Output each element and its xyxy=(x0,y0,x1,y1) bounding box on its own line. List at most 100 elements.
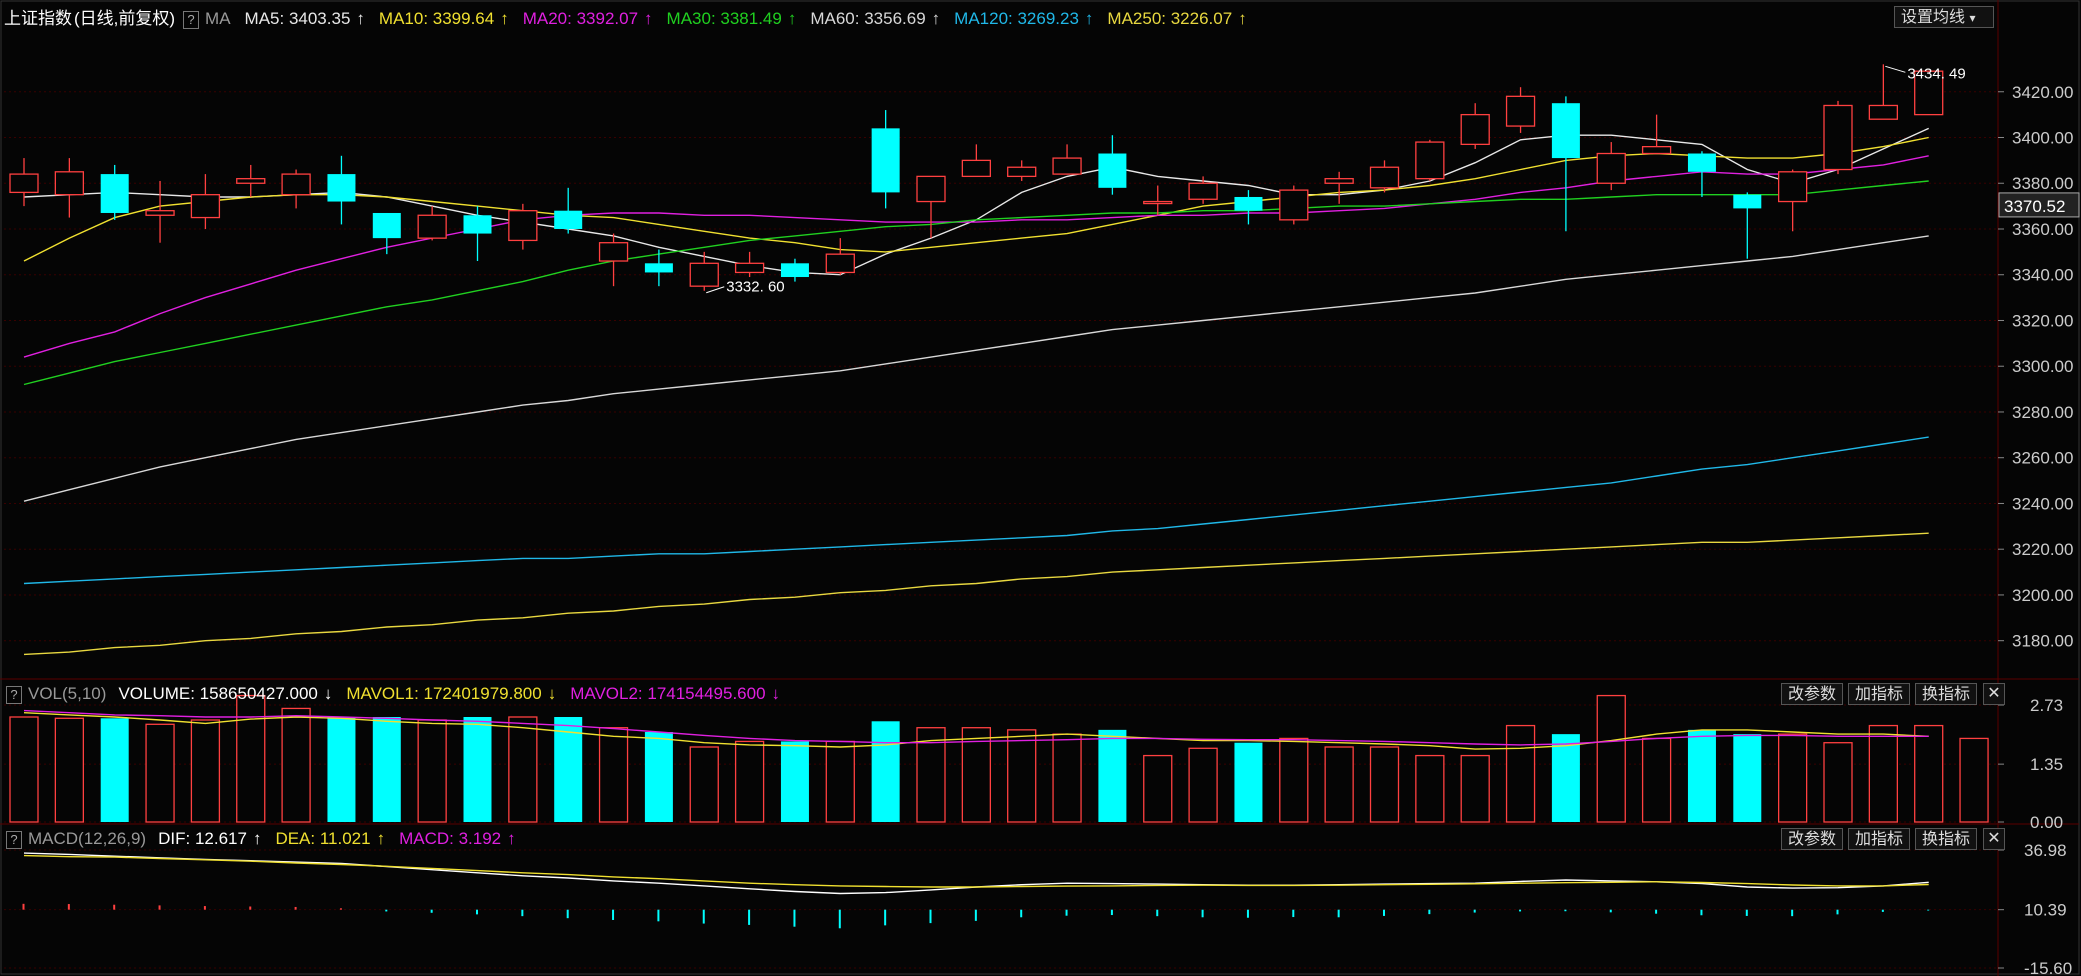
candle xyxy=(1098,135,1127,195)
candle xyxy=(417,206,447,241)
arrow-icon: ↓ xyxy=(323,684,333,703)
candle-body xyxy=(463,215,492,234)
volume-tick-label: 1.35 xyxy=(2030,755,2063,774)
candle-body xyxy=(1641,145,1672,155)
volume-bar xyxy=(780,741,809,822)
volume-bar xyxy=(734,740,765,823)
candle-body xyxy=(1551,103,1580,159)
volume-indicator-name[interactable]: VOL(5,10) xyxy=(28,684,106,703)
candle xyxy=(961,144,991,178)
close-icon[interactable]: ✕ xyxy=(1983,828,2005,850)
volume-tick-label: 0.00 xyxy=(2030,813,2063,832)
candle-body xyxy=(1415,141,1445,180)
macd-indicator-name[interactable]: MACD(12,26,9) xyxy=(28,829,146,848)
candle-body xyxy=(1778,171,1808,203)
candle-body xyxy=(1460,113,1490,146)
close-icon[interactable]: ✕ xyxy=(1983,683,2005,705)
price-tick-label: 3300.00 xyxy=(2012,357,2073,376)
low-marker-pointer xyxy=(706,286,725,294)
volume-bar xyxy=(1007,729,1037,823)
add-indicator-button[interactable]: 加指标 xyxy=(1848,683,1911,705)
high-price-marker: 3434. 49 xyxy=(1907,65,1965,82)
ma-value: MA20: 3392.07 xyxy=(522,9,639,28)
candle-body xyxy=(54,171,84,196)
candle-body xyxy=(1369,166,1400,189)
candle xyxy=(871,110,900,209)
ma-value: MA250: 3226.07 xyxy=(1107,9,1233,28)
volume-bar xyxy=(1551,734,1580,822)
macd-tick-label: 36.98 xyxy=(2024,841,2067,860)
macd-value: DEA: 11.021 xyxy=(275,829,371,848)
price-tick-label: 3340.00 xyxy=(2012,266,2073,285)
volume-bar xyxy=(1687,729,1716,822)
volume-bar xyxy=(598,727,629,823)
arrow-icon: ↓ xyxy=(771,684,781,703)
change-params-button[interactable]: 改参数 xyxy=(1781,683,1844,705)
candle-body xyxy=(1234,196,1263,211)
macd-tick-label: -15.60 xyxy=(2024,959,2072,976)
candle-body xyxy=(1007,166,1037,178)
volume-bar xyxy=(1188,747,1218,823)
arrow-icon: ↑ xyxy=(931,9,941,28)
candle-body xyxy=(916,175,946,203)
candle xyxy=(825,238,855,275)
volume-bar xyxy=(689,746,719,823)
candle-body xyxy=(372,212,401,239)
candle-body xyxy=(1687,153,1716,172)
volume-bar xyxy=(1143,754,1173,823)
candle-body xyxy=(1279,189,1309,221)
chevron-down-icon: ▾ xyxy=(1969,11,1976,25)
price-tick-label: 3180.00 xyxy=(2012,632,2073,651)
candle xyxy=(372,212,401,255)
candle xyxy=(1143,185,1173,216)
candle-body xyxy=(236,178,266,184)
candle xyxy=(1823,100,1853,175)
volume-bar xyxy=(1460,754,1490,823)
volume-bar xyxy=(1369,746,1400,823)
arrow-icon: ↑ xyxy=(787,9,797,28)
candle xyxy=(1460,103,1490,149)
candle-body xyxy=(644,263,673,273)
ma-value: MA120: 3269.23 xyxy=(954,9,1079,28)
candle-body xyxy=(734,262,765,274)
indicator-name[interactable]: MA xyxy=(205,9,231,28)
ma-line-ma60 xyxy=(23,235,1929,502)
macd-values: DIF: 12.617 ↑ DEA: 11.021 ↑ MACD: 3.192 ↑ xyxy=(158,829,530,848)
candle xyxy=(1279,185,1309,225)
volume-bar xyxy=(281,707,311,823)
candle xyxy=(1007,160,1037,181)
candle-body xyxy=(9,173,39,194)
candle xyxy=(54,158,84,218)
candle xyxy=(1505,87,1536,133)
add-indicator-button[interactable]: 加指标 xyxy=(1848,828,1911,850)
high-marker-pointer xyxy=(1885,65,1906,73)
volume-bar xyxy=(145,723,175,823)
candle xyxy=(190,174,221,229)
volume-bar xyxy=(54,717,84,823)
ma-line-ma250 xyxy=(23,532,1929,656)
help-icon[interactable]: ? xyxy=(6,685,22,704)
candle xyxy=(554,187,583,234)
change-params-button[interactable]: 改参数 xyxy=(1781,828,1844,850)
volume-bar xyxy=(825,740,855,823)
volume-bar xyxy=(871,721,900,822)
stock-chart-window: 3420.00 3400.00 3380.00 3360.00 3340.00 3320.… xyxy=(0,0,2081,976)
switch-indicator-button[interactable]: 换指标 xyxy=(1915,828,1978,850)
ma-settings-button[interactable]: 设置均线 ▾ xyxy=(1894,6,1994,28)
candle xyxy=(1687,151,1716,197)
candle xyxy=(508,203,538,250)
switch-indicator-button[interactable]: 换指标 xyxy=(1915,683,1978,705)
candle-body xyxy=(1098,153,1127,188)
candle-body xyxy=(1188,182,1218,200)
price-tick-label: 3360.00 xyxy=(2012,220,2073,239)
volume-bar xyxy=(1324,746,1354,823)
volume-bar xyxy=(100,718,129,822)
candle-body xyxy=(871,128,900,193)
help-icon[interactable]: ? xyxy=(6,830,22,849)
candle-body xyxy=(1823,104,1853,171)
volume-bar xyxy=(327,717,356,822)
help-icon[interactable]: ? xyxy=(183,10,200,29)
candle xyxy=(145,180,175,243)
volume-bar xyxy=(417,719,447,823)
index-title: 上证指数 xyxy=(4,9,72,28)
